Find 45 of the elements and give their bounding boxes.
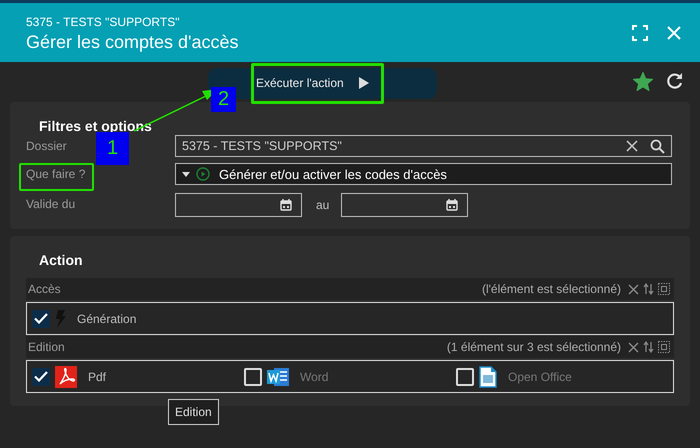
date-field[interactable]	[341, 193, 468, 217]
clear-icon	[628, 342, 639, 352]
play-icon	[358, 76, 370, 90]
dossier-field[interactable]: 5375 - TESTS "SUPPORTS"	[175, 135, 672, 157]
step-marker: 1	[96, 132, 129, 165]
clear-icon	[628, 284, 639, 294]
selection-summary: (l'élément est sélectionné)	[482, 282, 621, 296]
sort-icon	[643, 341, 654, 353]
group-label: Accès	[28, 282, 62, 296]
run-action-button[interactable]: Exécuter l'action	[256, 76, 370, 90]
option-label: Word	[300, 370, 328, 384]
checkbox[interactable]	[32, 368, 50, 386]
option-label: Génération	[77, 312, 136, 326]
document-icon	[267, 366, 289, 388]
document-icon	[479, 366, 497, 388]
selection-summary: (1 élément sur 3 est sélectionné)	[446, 340, 621, 354]
checkbox[interactable]	[456, 368, 474, 386]
checkbox[interactable]	[244, 368, 262, 386]
section-title: Action	[39, 251, 84, 269]
checkbox[interactable]	[32, 310, 50, 328]
select-all-icon	[658, 283, 670, 295]
tooltip: Edition	[168, 399, 219, 425]
action-select[interactable]: Générer et/ou activer les codes d'accès	[175, 163, 672, 185]
clear-icon[interactable]	[626, 140, 638, 152]
star-icon[interactable]	[631, 70, 655, 92]
search-icon[interactable]	[650, 138, 665, 154]
caret-icon	[182, 172, 190, 176]
option-label: Pdf	[88, 370, 106, 384]
field-label: au	[316, 198, 330, 212]
field-label: Valide du	[26, 197, 76, 211]
step-marker: 2	[211, 87, 236, 112]
date-field[interactable]	[175, 193, 302, 217]
play-circle-icon	[196, 167, 210, 181]
calendar-icon[interactable]	[446, 199, 458, 211]
sort-icon	[643, 283, 654, 295]
field-label: Que faire ?	[26, 167, 86, 181]
document-icon	[55, 366, 77, 388]
window-title: Gérer les comptes d'accès	[26, 32, 240, 52]
option-label: Open Office	[508, 370, 572, 384]
select-all-icon	[658, 341, 670, 353]
window-subtitle: 5375 - TESTS "SUPPORTS"	[26, 14, 180, 28]
calendar-icon[interactable]	[280, 199, 292, 211]
group-label: Edition	[28, 340, 66, 354]
field-label: Dossier	[26, 139, 67, 153]
fullscreen-icon[interactable]	[630, 22, 650, 42]
